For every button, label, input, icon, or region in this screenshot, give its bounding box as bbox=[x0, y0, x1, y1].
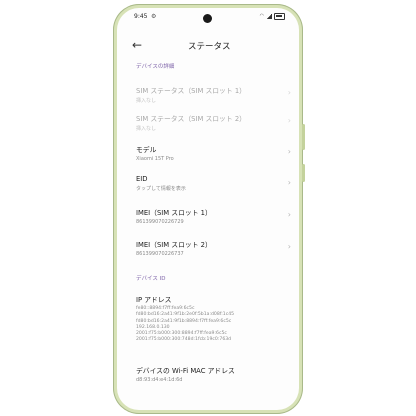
item-title: デバイスの Wi-Fi MAC アドレス bbox=[136, 367, 235, 375]
item-title: IMEI（SIM スロット 1） bbox=[136, 209, 212, 217]
list-item-sim-status-2[interactable]: SIM ステータス（SIM スロット 2） 挿入なし › bbox=[136, 113, 291, 132]
chevron-right-icon: › bbox=[287, 116, 291, 125]
list-item-ip-address[interactable]: IP アドレス fe80::8894:f7ff:fea9:6c5c fd80:b… bbox=[136, 294, 291, 344]
list-item-imei-1[interactable]: IMEI（SIM スロット 1） 861399070226729 › bbox=[136, 207, 291, 225]
chevron-right-icon: › bbox=[287, 147, 291, 156]
phone-frame: 9:45 ⚙ ◠ ← ステータス デバイスの詳細 SIM ステータス（SIM ス… bbox=[113, 4, 305, 414]
settings-status-icon: ⚙ bbox=[151, 12, 157, 20]
page-title: ステータス bbox=[188, 42, 231, 52]
section-device-id: デバイス ID bbox=[136, 276, 166, 282]
list-item-imei-2[interactable]: IMEI（SIM スロット 2） 861399070226737 › bbox=[136, 239, 291, 257]
front-camera bbox=[203, 14, 212, 23]
chevron-right-icon: › bbox=[287, 210, 291, 219]
section-device-details: デバイスの詳細 bbox=[136, 64, 175, 70]
back-arrow-icon[interactable]: ← bbox=[132, 38, 142, 52]
item-title: モデル bbox=[136, 146, 157, 154]
item-title: SIM ステータス（SIM スロット 2） bbox=[136, 115, 246, 123]
ip-address-line: 2001:f75:b000:300:748d:1fcb:19c0:763d bbox=[136, 337, 232, 343]
power-button bbox=[302, 164, 305, 182]
chevron-right-icon: › bbox=[287, 88, 291, 97]
list-item-wifi-mac[interactable]: デバイスの Wi-Fi MAC アドレス d8:93:d4:e4:1d:6d bbox=[136, 365, 291, 383]
item-subtitle: d8:93:d4:e4:1d:6d bbox=[136, 376, 183, 383]
item-title: IP アドレス bbox=[136, 296, 172, 304]
status-time: 9:45 bbox=[134, 13, 148, 20]
item-subtitle: 挿入なし bbox=[136, 97, 157, 104]
item-title: SIM ステータス（SIM スロット 1） bbox=[136, 87, 246, 95]
chevron-right-icon: › bbox=[287, 178, 291, 187]
wifi-icon: ◠ bbox=[259, 13, 264, 19]
battery-icon bbox=[274, 13, 285, 20]
signal-icon bbox=[266, 14, 272, 19]
list-item-sim-status-1[interactable]: SIM ステータス（SIM スロット 1） 挿入なし › bbox=[136, 85, 291, 104]
item-subtitle: 挿入なし bbox=[136, 125, 157, 132]
item-subtitle: 861399070226737 bbox=[136, 250, 184, 257]
list-item-model[interactable]: モデル Xiaomi 15T Pro › bbox=[136, 144, 291, 162]
screen: 9:45 ⚙ ◠ ← ステータス デバイスの詳細 SIM ステータス（SIM ス… bbox=[117, 8, 299, 410]
ip-address-list: fe80::8894:f7ff:fea9:6c5c fd80:bd16:2a41… bbox=[136, 306, 291, 344]
volume-button bbox=[302, 124, 305, 150]
list-item-eid[interactable]: EID タップして情報を表示 › bbox=[136, 175, 291, 192]
item-title: IMEI（SIM スロット 2） bbox=[136, 241, 212, 249]
item-subtitle: 861399070226729 bbox=[136, 218, 184, 225]
chevron-right-icon: › bbox=[287, 242, 291, 251]
item-subtitle: Xiaomi 15T Pro bbox=[136, 155, 174, 162]
status-bar: 9:45 ⚙ ◠ bbox=[117, 8, 299, 26]
app-header: ← ステータス bbox=[117, 36, 299, 58]
item-subtitle: タップして情報を表示 bbox=[136, 185, 186, 192]
item-title: EID bbox=[136, 175, 148, 183]
status-icons: ◠ bbox=[260, 13, 285, 20]
